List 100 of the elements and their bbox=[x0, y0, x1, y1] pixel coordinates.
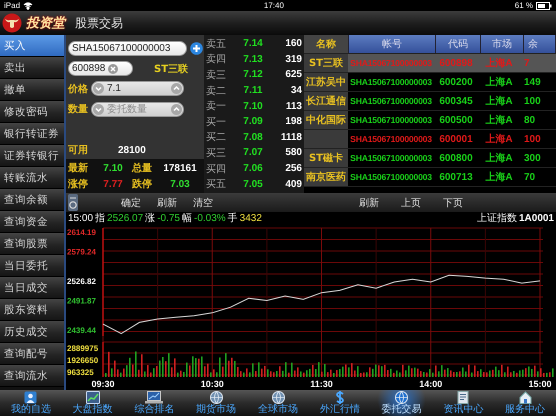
quote-level: 卖五 bbox=[206, 38, 227, 51]
clock-time: 17:40 bbox=[264, 1, 284, 10]
table-cell-text: 600713 bbox=[438, 170, 474, 184]
table-cell: 中化国际 bbox=[304, 111, 348, 129]
column-header[interactable]: 名称 bbox=[304, 35, 349, 53]
quote-price: 7.08 bbox=[242, 132, 264, 143]
stat-value: 7.10 bbox=[102, 162, 124, 174]
brand-name: 投资堂 bbox=[26, 15, 65, 32]
column-header[interactable]: 余 bbox=[524, 35, 556, 53]
table-cell: 江苏吴中 bbox=[304, 73, 348, 91]
sidebar-item[interactable]: 查询配号 bbox=[0, 343, 64, 365]
chevron-down-icon[interactable] bbox=[93, 83, 104, 94]
sidebar-item[interactable]: 银行转证券 bbox=[0, 123, 64, 145]
percent-label: 幅 bbox=[182, 212, 192, 225]
table-cell-text: 600345 bbox=[438, 94, 474, 108]
index-name: 上证指数 bbox=[476, 212, 517, 225]
sidebar-item[interactable]: 修改密码 bbox=[0, 101, 64, 123]
quote-level: 卖三 bbox=[206, 68, 227, 82]
percent-value: -0.03% bbox=[194, 212, 226, 224]
dollar-icon bbox=[334, 391, 345, 404]
table-cell-text: 上海A bbox=[484, 152, 514, 166]
change-value: -0.75 bbox=[157, 212, 180, 224]
column-header[interactable]: 市场 bbox=[481, 35, 524, 53]
battery-level: 61 % bbox=[514, 1, 533, 10]
quote-level: 买二 bbox=[206, 131, 227, 144]
quote-level: 买五 bbox=[206, 178, 227, 192]
tab-item[interactable]: 外汇行情 bbox=[308, 390, 371, 416]
tab-item[interactable]: 综合排名 bbox=[124, 390, 186, 416]
table-cell-text: 600001 bbox=[438, 132, 474, 146]
chevron-down-icon[interactable] bbox=[93, 104, 104, 115]
tab-item[interactable]: 期货市场 bbox=[185, 390, 248, 416]
sidebar-item[interactable]: 撤单 bbox=[0, 79, 64, 101]
tab-item[interactable]: 服务中心 bbox=[494, 390, 556, 416]
table-cell bbox=[304, 130, 348, 148]
table-cell-text: 600898 bbox=[438, 56, 474, 70]
price-field[interactable]: 7.1 bbox=[91, 81, 184, 96]
sidebar-item[interactable]: 卖出 bbox=[0, 57, 64, 79]
handle-icon[interactable] bbox=[68, 194, 78, 211]
quote-volume: 160 bbox=[284, 38, 302, 50]
sidebar-item[interactable]: 查询股票 bbox=[0, 233, 64, 255]
table-cell-text: 上海A bbox=[484, 170, 514, 185]
sidebar-item[interactable]: 查询资金 bbox=[0, 211, 64, 233]
table-cell-text: SHA15067100000003 bbox=[349, 114, 433, 127]
quote-level: 买三 bbox=[206, 146, 227, 160]
y-axis-label: 2614.19 bbox=[67, 228, 96, 237]
chart-icon bbox=[86, 391, 100, 404]
toolbar-button[interactable]: 刷新 bbox=[154, 196, 180, 210]
quote-price: 7.12 bbox=[242, 69, 264, 80]
toolbar-button[interactable]: 下页 bbox=[440, 196, 466, 210]
volume-value: 3432 bbox=[240, 212, 262, 224]
table-cell-text: 上海A bbox=[484, 56, 514, 71]
quantity-label: 数量 bbox=[68, 102, 88, 116]
table-cell-text: 100 bbox=[523, 94, 542, 108]
sidebar-item[interactable]: 当日委托 bbox=[0, 255, 64, 277]
quote-volume: 256 bbox=[284, 163, 302, 174]
stock-code-field[interactable]: 600898 bbox=[68, 61, 133, 76]
table-cell-text: 上海A bbox=[484, 94, 514, 109]
y-axis-label: 2491.87 bbox=[67, 296, 96, 306]
stat-label: 总量 bbox=[132, 162, 153, 175]
y-axis-label: 2526.82 bbox=[67, 276, 96, 286]
table-cell-text: 70 bbox=[523, 170, 536, 184]
volume-axis-label: 963325 bbox=[67, 368, 94, 377]
sidebar-item[interactable]: 查询流水 bbox=[0, 365, 64, 387]
sidebar-item[interactable]: 当日成交 bbox=[0, 277, 64, 299]
sidebar-item[interactable]: 转账流水 bbox=[0, 167, 64, 189]
stat-label: 涨停 bbox=[68, 178, 89, 191]
quote-price: 7.06 bbox=[242, 163, 264, 174]
globe-icon bbox=[272, 391, 285, 404]
available-label: 可用 bbox=[68, 144, 88, 158]
toolbar-button[interactable]: 上页 bbox=[398, 196, 424, 210]
sidebar-item[interactable]: 查询余额 bbox=[0, 189, 64, 211]
battery-icon bbox=[536, 2, 552, 10]
sidebar-item[interactable]: 证券转银行 bbox=[0, 145, 64, 167]
plus-icon[interactable] bbox=[190, 42, 203, 55]
quote-price: 7.10 bbox=[242, 100, 264, 112]
volume-label: 手 bbox=[228, 212, 238, 225]
toolbar-button[interactable]: 刷新 bbox=[356, 196, 382, 210]
clear-icon[interactable] bbox=[108, 64, 118, 74]
table-cell: 长江通信 bbox=[304, 92, 348, 110]
sidebar-item[interactable]: 股东资料 bbox=[0, 299, 64, 321]
x-axis-label: 15:00 bbox=[528, 379, 552, 389]
tab-item[interactable]: 大盘指数 bbox=[62, 390, 124, 416]
table-cell-text: 600500 bbox=[438, 114, 474, 128]
column-header[interactable]: 代码 bbox=[436, 35, 481, 53]
tab-item[interactable]: 我的自选 bbox=[0, 390, 62, 416]
quote-volume: 113 bbox=[284, 100, 302, 112]
column-header[interactable]: 帐号 bbox=[349, 35, 436, 53]
toolbar-button[interactable]: 确定 bbox=[118, 196, 144, 210]
tab-item[interactable]: 资讯中心 bbox=[432, 390, 494, 416]
account-field[interactable]: SHA15067100000003 bbox=[68, 40, 187, 56]
device-name: iPad bbox=[4, 1, 20, 10]
sidebar-item[interactable]: 买入 bbox=[0, 35, 64, 57]
tab-item[interactable]: 全球市场 bbox=[247, 390, 309, 416]
chevron-up-icon[interactable] bbox=[171, 83, 182, 94]
quote-level: 卖一 bbox=[206, 100, 227, 114]
sidebar-item[interactable]: 历史成交 bbox=[0, 321, 64, 343]
document-icon bbox=[457, 391, 470, 404]
toolbar-button[interactable]: 清空 bbox=[190, 196, 216, 210]
table-cell-text: 上海A bbox=[484, 76, 514, 90]
chevron-up-icon[interactable] bbox=[171, 104, 182, 115]
